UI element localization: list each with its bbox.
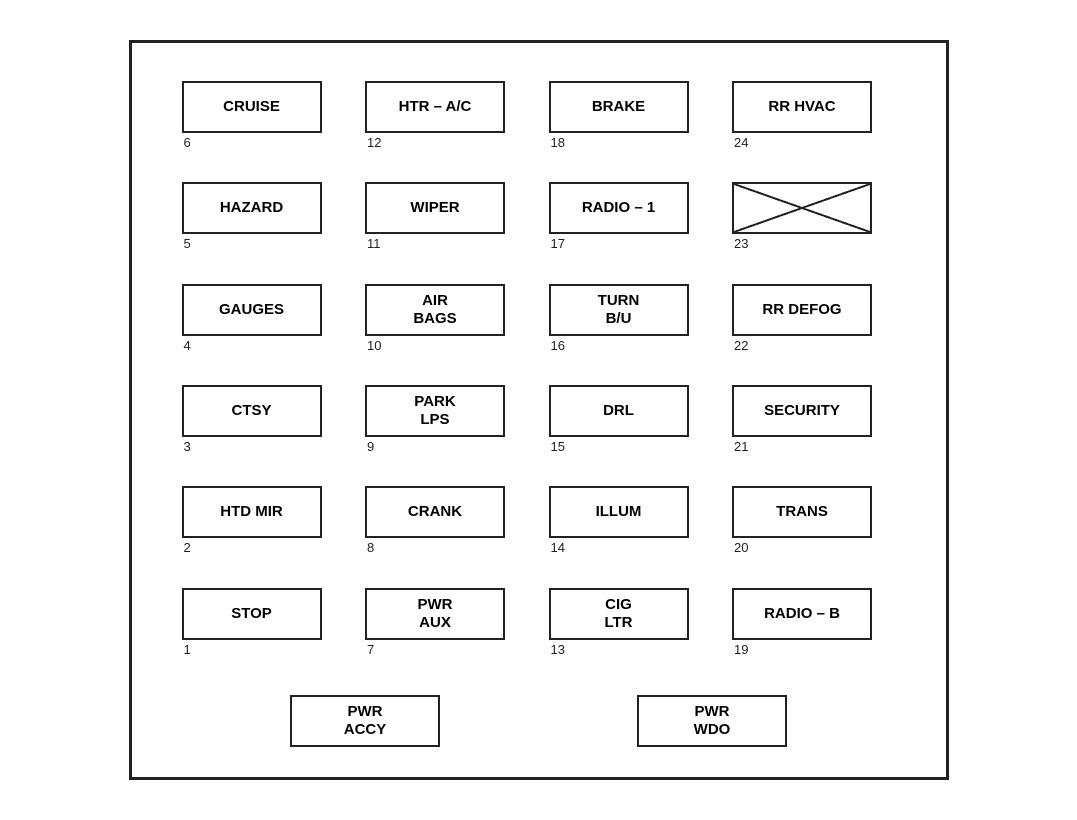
fuse-cell-r0-c1: HTR – A/C 12 bbox=[355, 73, 539, 174]
fuse-number: 9 bbox=[367, 439, 374, 454]
fuse-label-CRUISE: CRUISE bbox=[182, 81, 322, 133]
fuse-cell-r4-c2: ILLUM 14 bbox=[539, 478, 723, 579]
fuse-cell-r0-c0: CRUISE 6 bbox=[172, 73, 356, 174]
fuse-cell-r4-c0: HTD MIR 2 bbox=[172, 478, 356, 579]
fuse-cell-r2-c2: TURN B/U 16 bbox=[539, 276, 723, 377]
fuse-label-RR-HVAC: RR HVAC bbox=[732, 81, 872, 133]
fuse-number: 5 bbox=[184, 236, 191, 251]
bottom-fuse-cell-1: PWR WDO bbox=[637, 695, 787, 747]
fuse-number: 20 bbox=[734, 540, 748, 555]
fuse-number: 13 bbox=[551, 642, 565, 657]
fuse-label-CRANK: CRANK bbox=[365, 486, 505, 538]
fuse-number: 4 bbox=[184, 338, 191, 353]
bottom-row: PWR ACCY PWR WDO bbox=[172, 685, 906, 747]
fuse-number: 24 bbox=[734, 135, 748, 150]
fuse-cell-r1-c1: WIPER 11 bbox=[355, 174, 539, 275]
bottom-fuse-label-0: PWR ACCY bbox=[290, 695, 440, 747]
fuse-cell-r3-c0: CTSY 3 bbox=[172, 377, 356, 478]
fuse-number: 10 bbox=[367, 338, 381, 353]
bottom-fuse-label-1: PWR WDO bbox=[637, 695, 787, 747]
fuse-cell-r1-c0: HAZARD 5 bbox=[172, 174, 356, 275]
fuse-number: 23 bbox=[734, 236, 748, 251]
fuse-cell-r1-c3: 23 bbox=[722, 174, 906, 275]
fuse-number: 15 bbox=[551, 439, 565, 454]
fuse-cell-r5-c1: PWR AUX 7 bbox=[355, 580, 539, 681]
fuse-label-RADIO--B: RADIO – B bbox=[732, 588, 872, 640]
fuse-cell-r5-c3: RADIO – B 19 bbox=[722, 580, 906, 681]
crossed-fuse-box bbox=[732, 182, 872, 234]
fuse-label-AIR-BAGS: AIR BAGS bbox=[365, 284, 505, 336]
fuse-number: 17 bbox=[551, 236, 565, 251]
fuse-cell-r2-c3: RR DEFOG 22 bbox=[722, 276, 906, 377]
fuse-cell-r3-c3: SECURITY 21 bbox=[722, 377, 906, 478]
fuse-label-WIPER: WIPER bbox=[365, 182, 505, 234]
fuse-label-DRL: DRL bbox=[549, 385, 689, 437]
fuse-label-HTD-MIR: HTD MIR bbox=[182, 486, 322, 538]
fuse-cell-r5-c0: STOP 1 bbox=[172, 580, 356, 681]
fuse-number: 8 bbox=[367, 540, 374, 555]
fuse-label-RADIO--1: RADIO – 1 bbox=[549, 182, 689, 234]
fuse-number: 22 bbox=[734, 338, 748, 353]
fuse-grid: CRUISE6HTR – A/C12BRAKE18RR HVAC24HAZARD… bbox=[172, 73, 906, 681]
fuse-label-TURN-BU: TURN B/U bbox=[549, 284, 689, 336]
fuse-label-HTR--AC: HTR – A/C bbox=[365, 81, 505, 133]
fuse-number: 7 bbox=[367, 642, 374, 657]
fuse-number: 19 bbox=[734, 642, 748, 657]
fuse-label-BRAKE: BRAKE bbox=[549, 81, 689, 133]
fuse-label-PWR-AUX: PWR AUX bbox=[365, 588, 505, 640]
fuse-number: 21 bbox=[734, 439, 748, 454]
fuse-label-HAZARD: HAZARD bbox=[182, 182, 322, 234]
fuse-label-RR-DEFOG: RR DEFOG bbox=[732, 284, 872, 336]
fuse-number: 11 bbox=[367, 236, 381, 251]
fuse-cell-r2-c1: AIR BAGS 10 bbox=[355, 276, 539, 377]
fuse-cell-r1-c2: RADIO – 1 17 bbox=[539, 174, 723, 275]
fuse-cell-r4-c1: CRANK 8 bbox=[355, 478, 539, 579]
fuse-label-ILLUM: ILLUM bbox=[549, 486, 689, 538]
fuse-number: 1 bbox=[184, 642, 191, 657]
fuse-label-STOP: STOP bbox=[182, 588, 322, 640]
fuse-cell-r0-c3: RR HVAC 24 bbox=[722, 73, 906, 174]
fuse-number: 2 bbox=[184, 540, 191, 555]
fuse-cell-r3-c2: DRL 15 bbox=[539, 377, 723, 478]
fuse-label-PARK-LPS: PARK LPS bbox=[365, 385, 505, 437]
fuse-cell-r5-c2: CIG LTR 13 bbox=[539, 580, 723, 681]
fuse-cell-r0-c2: BRAKE 18 bbox=[539, 73, 723, 174]
fuse-number: 6 bbox=[184, 135, 191, 150]
fuse-cell-r2-c0: GAUGES 4 bbox=[172, 276, 356, 377]
fuse-number: 3 bbox=[184, 439, 191, 454]
fuse-number: 12 bbox=[367, 135, 381, 150]
fuse-cell-r4-c3: TRANS 20 bbox=[722, 478, 906, 579]
fuse-cell-r3-c1: PARK LPS 9 bbox=[355, 377, 539, 478]
fuse-number: 14 bbox=[551, 540, 565, 555]
fuse-label-SECURITY: SECURITY bbox=[732, 385, 872, 437]
fuse-diagram: CRUISE6HTR – A/C12BRAKE18RR HVAC24HAZARD… bbox=[129, 40, 949, 780]
bottom-fuse-cell-0: PWR ACCY bbox=[290, 695, 440, 747]
fuse-number: 16 bbox=[551, 338, 565, 353]
fuse-label-CIG-LTR: CIG LTR bbox=[549, 588, 689, 640]
fuse-label-GAUGES: GAUGES bbox=[182, 284, 322, 336]
fuse-number: 18 bbox=[551, 135, 565, 150]
fuse-label-TRANS: TRANS bbox=[732, 486, 872, 538]
fuse-label-CTSY: CTSY bbox=[182, 385, 322, 437]
